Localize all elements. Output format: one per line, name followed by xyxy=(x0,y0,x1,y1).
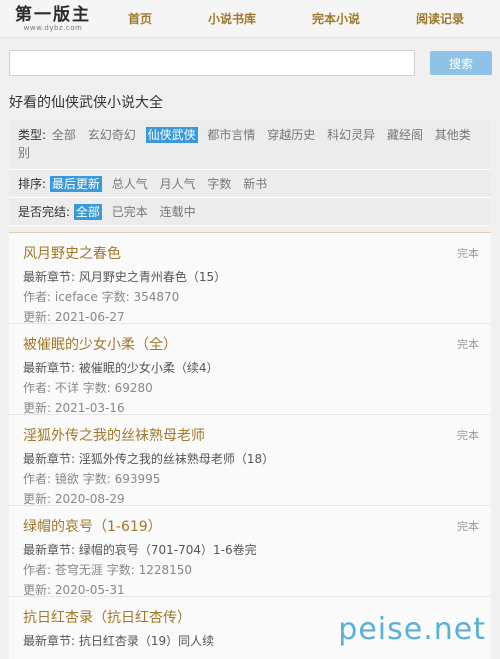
updated-date: 2020-08-29 xyxy=(54,492,125,506)
sort-word-count[interactable]: 字数 xyxy=(205,176,233,192)
filter-sort-row: 排序: 最后更新 总人气 月人气 字数 新书 xyxy=(9,170,491,198)
book-latest-chapter: 最新章节: 淫狐外传之我的丝袜熟母老师（18） xyxy=(23,449,477,469)
latest-chapter-link[interactable]: 绿帽的哀号（701-704）1-6卷完 xyxy=(79,543,257,557)
words-label: 字数: xyxy=(82,381,111,395)
book-author: iceface xyxy=(54,290,98,304)
book-list: 风月野史之春色 完本 最新章节: 风月野史之青州春色（15） 作者: icefa… xyxy=(9,232,491,659)
filter-type-urban[interactable]: 都市言情 xyxy=(205,127,257,143)
sort-new-books[interactable]: 新书 xyxy=(241,176,269,192)
latest-label: 最新章节: xyxy=(23,543,76,557)
book-meta: 作者: 不详 字数: 69280 xyxy=(23,378,477,398)
book-latest-chapter: 最新章节: 绿帽的哀号（701-704）1-6卷完 xyxy=(23,540,477,560)
book-author: 镜欲 xyxy=(54,472,79,486)
author-label: 作者: xyxy=(23,381,52,395)
logo-text: 第一版主 xyxy=(15,4,91,25)
filter-type-history[interactable]: 穿越历史 xyxy=(265,127,317,143)
author-label: 作者: xyxy=(23,472,52,486)
nav-home[interactable]: 首页 xyxy=(128,10,152,27)
book-status: 完本 xyxy=(457,520,479,533)
search-bar: 搜索 xyxy=(0,38,500,88)
updated-label: 更新: xyxy=(23,583,52,597)
book-status: 完本 xyxy=(457,247,479,260)
book-title[interactable]: 绿帽的哀号（1-619） xyxy=(23,518,477,536)
book-words: 69280 xyxy=(114,381,153,395)
book-author: 不详 xyxy=(54,381,79,395)
filter-sort-label: 排序: xyxy=(18,177,47,191)
updated-label: 更新: xyxy=(23,401,52,415)
latest-chapter-link[interactable]: 抗日红杏录（19）同人续 xyxy=(79,634,214,648)
latest-label: 最新章节: xyxy=(23,361,76,375)
book-latest-chapter: 最新章节: 被催眠的少女小柔（续4） xyxy=(23,358,477,378)
done-ongoing[interactable]: 连载中 xyxy=(158,204,198,220)
words-label: 字数: xyxy=(101,290,130,304)
list-item[interactable]: 被催眠的少女小柔（全） 完本 最新章节: 被催眠的少女小柔（续4） 作者: 不详… xyxy=(9,324,491,415)
page-title: 好看的仙侠武侠小说大全 xyxy=(9,95,163,111)
list-item[interactable]: 风月野史之春色 完本 最新章节: 风月野史之青州春色（15） 作者: icefa… xyxy=(9,233,491,324)
updated-date: 2021-06-27 xyxy=(54,310,125,324)
filter-type-scifi[interactable]: 科幻灵异 xyxy=(325,127,377,143)
author-label: 作者: xyxy=(23,290,52,304)
book-meta: 作者: 苍穹无涯 字数: 1228150 xyxy=(23,560,477,580)
site-logo[interactable]: 第一版主 www.dybz.com xyxy=(0,0,100,38)
latest-chapter-link[interactable]: 被催眠的少女小柔（续4） xyxy=(79,361,219,375)
book-meta: 作者: iceface 字数: 354870 xyxy=(23,287,477,307)
latest-chapter-link[interactable]: 淫狐外传之我的丝袜熟母老师（18） xyxy=(79,452,274,466)
site-header: 第一版主 www.dybz.com 首页 小说书库 完本小说 阅读记录 xyxy=(0,0,500,38)
updated-date: 2020-05-31 xyxy=(54,583,125,597)
book-words: 1228150 xyxy=(138,563,193,577)
filter-done-label: 是否完结: xyxy=(18,205,71,219)
watermark: peise.net xyxy=(338,612,486,647)
filter-panel: 类型: 全部 玄幻奇幻 仙侠武侠 都市言情 穿越历史 科幻灵异 藏经阁 其他类别… xyxy=(9,120,491,226)
author-label: 作者: xyxy=(23,563,52,577)
updated-label: 更新: xyxy=(23,310,52,324)
latest-label: 最新章节: xyxy=(23,634,76,648)
nav-history[interactable]: 阅读记录 xyxy=(416,10,464,27)
updated-date: 2021-03-16 xyxy=(54,401,125,415)
book-meta: 作者: 镜欲 字数: 693995 xyxy=(23,469,477,489)
latest-chapter-link[interactable]: 风月野史之青州春色（15） xyxy=(79,270,226,284)
latest-label: 最新章节: xyxy=(23,270,76,284)
book-title[interactable]: 风月野史之春色 xyxy=(23,245,477,263)
book-words: 693995 xyxy=(114,472,161,486)
book-words: 354870 xyxy=(133,290,180,304)
filter-done-row: 是否完结: 全部 已完本 连载中 xyxy=(9,198,491,226)
filter-type-archive[interactable]: 藏经阁 xyxy=(385,127,425,143)
logo-subtext: www.dybz.com xyxy=(23,23,83,32)
book-title[interactable]: 淫狐外传之我的丝袜熟母老师 xyxy=(23,427,477,445)
book-status: 完本 xyxy=(457,338,479,351)
filter-type-xianxia[interactable]: 仙侠武侠 xyxy=(145,127,198,143)
search-input[interactable] xyxy=(9,50,415,76)
latest-label: 最新章节: xyxy=(23,452,76,466)
words-label: 字数: xyxy=(82,472,111,486)
nav-completed[interactable]: 完本小说 xyxy=(312,10,360,27)
book-title[interactable]: 被催眠的少女小柔（全） xyxy=(23,336,477,354)
filter-type-fantasy[interactable]: 玄幻奇幻 xyxy=(86,127,138,143)
search-button[interactable]: 搜索 xyxy=(430,51,492,75)
list-item[interactable]: 淫狐外传之我的丝袜熟母老师 完本 最新章节: 淫狐外传之我的丝袜熟母老师（18）… xyxy=(9,415,491,506)
done-all[interactable]: 全部 xyxy=(73,204,102,220)
book-status: 完本 xyxy=(457,429,479,442)
list-item[interactable]: 绿帽的哀号（1-619） 完本 最新章节: 绿帽的哀号（701-704）1-6卷… xyxy=(9,506,491,597)
sort-monthly-popularity[interactable]: 月人气 xyxy=(158,176,198,192)
book-author: 苍穹无涯 xyxy=(54,563,103,577)
main-nav: 首页 小说书库 完本小说 阅读记录 xyxy=(100,10,500,27)
sort-latest[interactable]: 最后更新 xyxy=(49,176,102,192)
filter-type-all[interactable]: 全部 xyxy=(50,127,78,143)
words-label: 字数: xyxy=(106,563,135,577)
nav-library[interactable]: 小说书库 xyxy=(208,10,256,27)
filter-type-label: 类型: xyxy=(18,128,47,142)
updated-label: 更新: xyxy=(23,492,52,506)
filter-type-row: 类型: 全部 玄幻奇幻 仙侠武侠 都市言情 穿越历史 科幻灵异 藏经阁 其他类别 xyxy=(9,120,491,170)
sort-total-popularity[interactable]: 总人气 xyxy=(110,176,150,192)
done-completed[interactable]: 已完本 xyxy=(110,204,150,220)
book-latest-chapter: 最新章节: 风月野史之青州春色（15） xyxy=(23,267,477,287)
